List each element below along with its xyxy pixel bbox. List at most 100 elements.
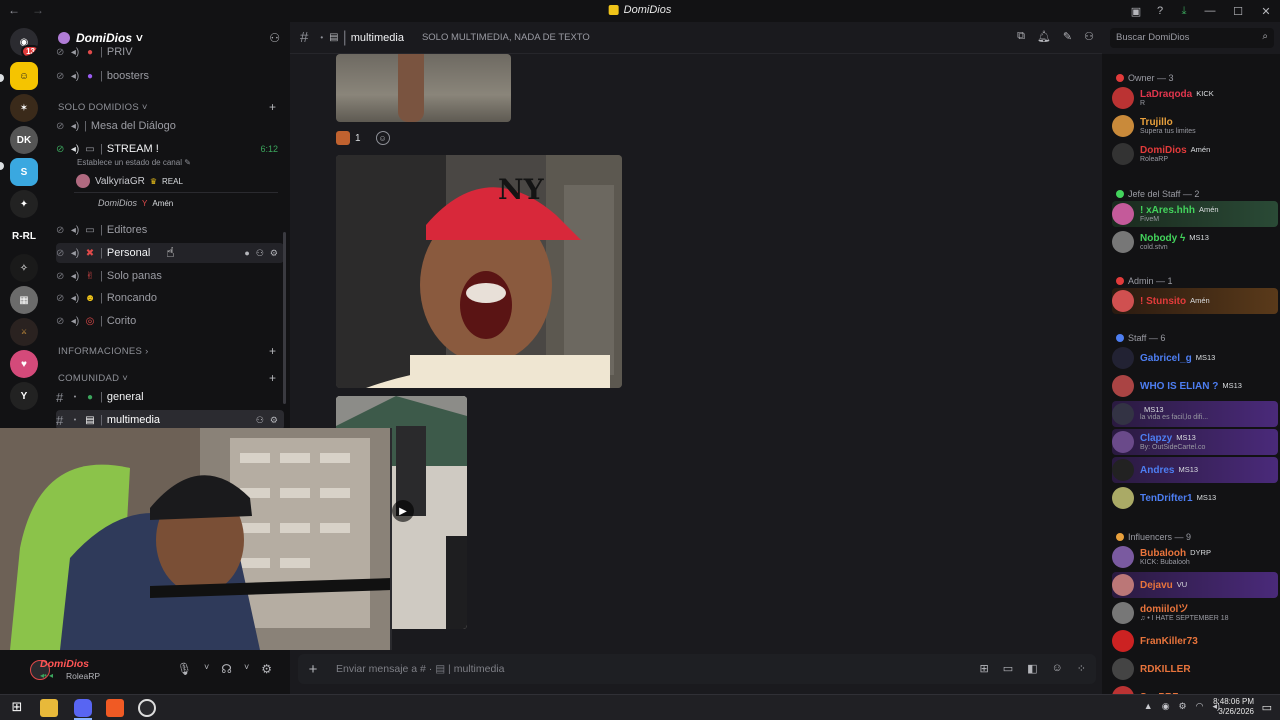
add-reaction-icon[interactable]: ☺ [375,131,390,145]
channel-item-corito[interactable]: ⊘ ◂) ◎ | Corito [56,311,284,331]
gif-icon[interactable]: ▭ [1003,662,1013,675]
brave-browser-icon[interactable] [106,699,124,717]
channel-status[interactable]: Establece un estado de canal ✎ [77,158,191,167]
member-item[interactable]: Andres MS13 [1112,457,1278,483]
create-channel-icon[interactable]: + [269,100,276,114]
close-button[interactable]: ✕ [1252,5,1280,18]
clock[interactable]: 8:48:06 PM 3/26/2026 [1213,697,1254,718]
channel-scrollbar[interactable] [283,232,286,404]
apps-icon[interactable]: ⁘ [1077,662,1086,675]
member-item[interactable]: FranKiller73 [1112,628,1278,654]
channel-item-boosters[interactable]: ⊘ ◂) ● | boosters [56,66,284,86]
voice-user[interactable]: DomiDios Y Amén [98,198,173,208]
emoji-icon[interactable]: ☺ [1052,662,1063,675]
notification-icon[interactable]: ▭ [1262,701,1272,714]
server-icon[interactable]: ⚔ [10,318,38,346]
wifi-icon[interactable]: ◠ [1196,701,1204,712]
member-item[interactable]: Nobody ϟ MS13 cold.stvn [1112,229,1278,255]
reaction-emoji-icon[interactable] [336,131,350,145]
download-icon[interactable]: ⤓ [1172,5,1196,18]
windows-start-icon[interactable]: ⊞ [8,699,26,717]
play-icon[interactable]: ▶ [392,500,414,522]
settings-gear-icon[interactable]: ⚙ [270,415,278,426]
message-input[interactable]: Enviar mensaje a # · ▤ | multimedia [336,663,504,675]
channel-item-multimedia[interactable]: # • ▤ | multimedia ⚇ ⚙ [56,410,284,430]
settings-gear-icon[interactable]: ⚙ [261,662,272,676]
invite-icon[interactable]: ⚇ [256,415,264,426]
member-item[interactable]: TenDrifter1 MS13 [1112,485,1278,511]
message-composer[interactable]: + Enviar mensaje a # · ▤ | multimedia ⊞ … [298,654,1096,684]
gift-icon[interactable]: ⊞ [980,662,989,675]
create-channel-icon[interactable]: + [269,344,276,358]
server-icon[interactable]: ✦ [10,190,38,218]
inbox-icon[interactable]: ▣ [1124,5,1148,18]
member-item[interactable]: LaDraqoda KICK R [1112,85,1278,111]
server-icon[interactable]: ✧ [10,254,38,282]
server-icon[interactable]: S [10,158,38,186]
server-icon[interactable]: ♥ [10,350,38,378]
server-icon[interactable]: DK [10,126,38,154]
channel-topic[interactable]: SOLO MULTIMEDIA, NADA DE TEXTO [422,32,590,43]
chat-icon[interactable]: ● [244,248,249,259]
member-item[interactable]: Bubalooh DYRP KICK: Bubalooh [1112,544,1278,570]
channel-item-roncando[interactable]: ⊘ ◂) ☻ | Roncando [56,288,284,308]
member-item[interactable]: DomiDios Amén RoleaRP [1112,141,1278,167]
image-attachment[interactable]: NY [336,155,622,388]
member-item[interactable]: RDKILLER [1112,656,1278,682]
member-item[interactable]: Clapzy MS13 By: OutSideCartel.co [1112,429,1278,455]
chevron-down-icon[interactable]: ˅ [244,662,249,676]
minimize-button[interactable]: — [1196,5,1224,17]
channel-item-priv[interactable]: ⊘ ◂) ● | PRIV [56,46,284,58]
threads-icon[interactable]: ⧉ [1017,30,1025,43]
channel-item-editores[interactable]: ⊘ ◂) ▭ | Editores [56,220,284,240]
search-input[interactable]: Buscar DomiDios ⌕ [1110,28,1274,48]
headphones-icon[interactable]: ☊ [221,662,232,676]
server-icon[interactable]: ☺ [10,62,38,90]
member-item[interactable]: domiilolツ ♫ • I HATE SEPTEMBER 18 [1112,600,1278,626]
member-item[interactable]: Dejavu VU [1112,572,1278,598]
discord-taskbar-icon[interactable] [74,699,92,717]
help-icon[interactable]: ? [1148,5,1172,17]
chevron-down-icon[interactable]: ˅ [204,662,209,676]
back-button[interactable]: ← [8,3,20,17]
member-item[interactable]: ! Stunsito Amén [1112,288,1278,314]
channel-item-stream[interactable]: ⊘ ◂) ▭ | STREAM ! 6:12 [56,139,284,159]
member-item[interactable]: SqyPRZ [1112,684,1278,694]
tray-icon[interactable]: ⚙ [1179,701,1187,712]
microphone-icon[interactable]: 🎙︎ [177,662,192,676]
maximize-button[interactable]: ☐ [1224,5,1252,18]
obs-icon[interactable] [138,699,156,717]
server-icon-text[interactable]: R-RL [10,222,38,250]
forward-button[interactable]: → [32,3,44,17]
invite-people-icon[interactable]: ⚇ [269,31,280,45]
server-icon[interactable]: ▦ [10,286,38,314]
channel-item-mesa[interactable]: ⊘ ◂) | Mesa del Diálogo [56,116,284,136]
server-icon[interactable]: Y [10,382,38,410]
channel-item-solo-panas[interactable]: ⊘ ◂) ✌ | Solo panas [56,266,284,286]
category-comunidad[interactable]: COMUNIDAD ˅ [58,373,128,384]
member-item[interactable]: Trujillo Supera tus limites [1112,113,1278,139]
image-attachment[interactable] [336,54,511,122]
pin-icon[interactable]: ✎ [1063,30,1072,43]
channel-item-general[interactable]: # • ● | general [56,387,284,407]
create-channel-icon[interactable]: + [269,371,276,385]
member-item[interactable]: MS13 la vida es facil,lo difi... [1112,401,1278,427]
member-item[interactable]: ! xAres.hhh Amén FiveM [1112,201,1278,227]
tray-icon[interactable]: ▲ [1144,701,1153,712]
member-item[interactable]: Gabricel_g MS13 [1112,345,1278,371]
member-list-icon[interactable]: ⚇ [1084,30,1094,43]
sticker-icon[interactable]: ◧ [1027,662,1037,675]
invite-icon[interactable]: ⚇ [256,248,264,259]
voice-user[interactable]: ValkyriaGR ♛ REAL [76,174,183,188]
member-item[interactable]: WHO IS ELIAN ? MS13 [1112,373,1278,399]
direct-messages-icon[interactable]: ◉ 13 [10,28,38,56]
user-name[interactable]: DomiDios [40,658,89,670]
server-icon[interactable]: ✶ [10,94,38,122]
category-informaciones[interactable]: INFORMACIONES › [58,346,149,357]
add-attachment-icon[interactable]: + [298,661,328,678]
category-solo-domidios[interactable]: SOLO DOMIDIOS ˅ [58,102,148,113]
tray-icon[interactable]: ◉ [1162,701,1170,712]
file-explorer-icon[interactable] [40,699,58,717]
settings-gear-icon[interactable]: ⚙ [270,248,278,259]
bell-icon[interactable]: 🔔︎ [1037,30,1051,43]
